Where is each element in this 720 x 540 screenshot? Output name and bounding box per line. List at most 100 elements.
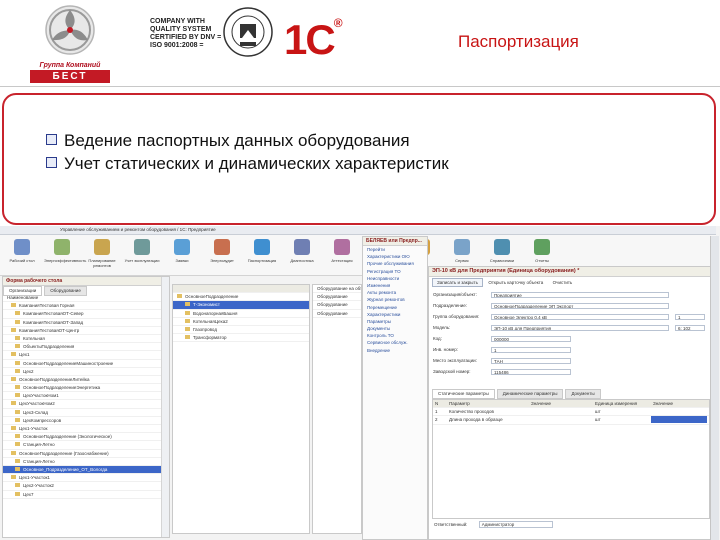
tree-header [173, 285, 309, 294]
toolbar-section-button[interactable]: Энергоаудит [204, 239, 240, 263]
nav-link[interactable]: Характеристики [363, 311, 427, 318]
section-icon [134, 239, 150, 255]
selected-cell[interactable] [651, 416, 707, 424]
open-object-card-button[interactable]: Открыть карточку объекта [484, 279, 547, 286]
tree-row[interactable]: Цех2 [3, 368, 169, 376]
tree-row[interactable]: ЦехУчастокНом1 [3, 392, 169, 401]
list-item[interactable]: Оборудование [313, 310, 361, 318]
tree-row[interactable]: ОсновноеПодразделение [173, 293, 309, 302]
field-input[interactable]: 000000 [491, 336, 571, 342]
tree-row[interactable]: ЦехКомпрессоров [3, 417, 169, 425]
grid-column-header[interactable]: Параметр [449, 400, 470, 407]
tree-row-label: Цех1 [19, 352, 30, 358]
field-input[interactable]: 1 [675, 314, 705, 320]
tree-row[interactable]: Котельная [3, 335, 169, 344]
grid-column-header[interactable]: Значение [531, 400, 551, 407]
nav-link[interactable]: Характеристики ОЮ [363, 253, 427, 260]
tree-row[interactable]: ЦехУчастокНом2 [3, 400, 169, 409]
tree-row[interactable]: Цех1-Участок1 [3, 474, 169, 483]
list-item[interactable]: Оборудование на объекте [313, 285, 361, 294]
tree-row[interactable]: ОсновноеПодразделение (Экологическое) [3, 433, 169, 442]
nav-link[interactable]: Изменения [363, 282, 427, 289]
list-item[interactable]: Оборудование [313, 293, 361, 302]
nav-link[interactable]: Перемещение [363, 304, 427, 311]
field-input[interactable]: Основное Электро 0,4 кВ [491, 314, 669, 320]
field-input[interactable]: ОсновноеПодразделение ЭП Экспорт [491, 303, 669, 309]
object-nav-panel: БЕЛЯЕВ или Предпр... Перейти Характеристи… [362, 236, 428, 540]
field-input[interactable]: 115486 [491, 369, 571, 375]
grid-column-header[interactable]: Значение [653, 400, 673, 407]
tree-row[interactable]: КомпанияТестоваяОТ-Центр [3, 327, 169, 335]
tree-row[interactable]: Цех3-Склад [3, 409, 169, 417]
toolbar-section-button[interactable]: Аттестация [324, 239, 360, 263]
tree-row[interactable]: ВодонапорнаяБашня [173, 310, 309, 318]
toolbar-section-button[interactable]: Заявки [164, 239, 200, 263]
tree-row[interactable]: Основное_Подразделение_ОТ_Вологда [3, 465, 169, 475]
row-number: 1 [435, 409, 438, 415]
tree-row[interactable]: ОбъектыПодразделения [3, 343, 169, 352]
tree-row[interactable]: ОсновноеПодразделениеЛитейка [3, 376, 169, 385]
toolbar-section-button[interactable]: Паспортизация [244, 239, 280, 263]
toolbar-section-button[interactable]: Рабочий стол [4, 239, 40, 263]
nav-link[interactable]: Неисправности [363, 275, 427, 282]
field-input[interactable]: ТАН [491, 358, 571, 364]
grid-column-header[interactable]: Единица измерения [595, 400, 637, 407]
nav-link[interactable]: Параметры [363, 318, 427, 325]
tree-row[interactable]: Цех2-Участок2 [3, 482, 169, 491]
field-input[interactable]: 6: 102 [675, 325, 705, 331]
tree-row[interactable]: КомпанияТестовая Горная [3, 302, 169, 311]
toolbar-section-button[interactable]: Планирование ремонтов [84, 239, 120, 268]
tree-row[interactable]: Т-Экономист [173, 301, 309, 310]
grid-column-header[interactable]: N [435, 400, 438, 407]
tree-row-label: КомпанияТестовая Горная [19, 303, 75, 309]
tree-row[interactable]: Станция-Летно [3, 458, 169, 466]
field-input[interactable]: ЭП-10 кВ для Предприятия [491, 325, 669, 331]
section-icon [494, 239, 510, 255]
tab-equipment[interactable]: Оборудование [44, 286, 87, 296]
tab-documents[interactable]: Документы [565, 389, 601, 399]
tree-row[interactable]: Цех7 [3, 491, 169, 499]
best-group-logo: Группа Компаний БЕСТ [26, 4, 114, 84]
nav-link[interactable]: Контроль ТО [363, 332, 427, 339]
save-and-close-button[interactable]: Записать и закрыть [432, 278, 483, 287]
toolbar-section-button[interactable]: Справочники [484, 239, 520, 263]
toolbar-section-button[interactable]: Энергоэффективность [44, 239, 87, 263]
tree-row[interactable]: КомпанияТестоваяОТ-Север [3, 310, 169, 319]
tree-row[interactable]: Цех1 [3, 351, 169, 360]
nav-link[interactable]: Регистрация ТО [363, 268, 427, 275]
field-input[interactable]: Предприятие [491, 292, 669, 298]
list-item[interactable]: Оборудование [313, 301, 361, 310]
tree-row[interactable]: Трансформатор [173, 334, 309, 343]
nav-link[interactable]: Журнал ремонтов [363, 296, 427, 303]
toolbar-section-button[interactable]: Сервис [444, 239, 480, 263]
nav-link[interactable]: Акты ремонта [363, 289, 427, 296]
tree-row[interactable]: Газопровод [173, 326, 309, 335]
clear-button[interactable]: Очистить [549, 279, 577, 286]
tree-row-label: Цех3-Склад [23, 409, 49, 415]
tree-row[interactable]: Станция-Летно [3, 441, 169, 450]
field-input[interactable]: 1 [491, 347, 571, 353]
tree-row[interactable]: ОсновноеПодразделениеМашиностроение [3, 360, 169, 368]
nav-link[interactable]: Прочие обслуживания [363, 260, 427, 267]
table-row[interactable]: 2 Длина прохода в образце шт [433, 416, 709, 425]
nav-link[interactable]: Документы [363, 325, 427, 332]
scrollbar[interactable] [161, 277, 169, 537]
section-label: Энергоэффективность [44, 258, 87, 263]
toolbar-section-button[interactable]: Диагностика [284, 239, 320, 263]
tree-row[interactable]: ОсновноеПодразделениеЭнергетика [3, 384, 169, 393]
tree-row[interactable]: Цех1-Участок [3, 425, 169, 434]
tab-dynamic-params[interactable]: Динамические параметры [496, 389, 564, 399]
tree-row[interactable]: КомпанияТестоваяОТ-Запад [3, 319, 169, 327]
tree-row-label: Основное_Подразделение_ОТ_Вологда [23, 466, 108, 472]
tree-row[interactable]: ОсновноеПодразделение (Газоснабжение) [3, 450, 169, 458]
tab-static-params[interactable]: Статические параметры [432, 389, 495, 399]
responsible-field[interactable]: Администратор [478, 521, 553, 528]
toolbar-section-button[interactable]: Отчеты [524, 239, 560, 263]
toolbar-section-button[interactable]: Учет эксплуатации [124, 239, 160, 263]
nav-link[interactable]: Перейти [363, 246, 427, 253]
tree-row[interactable]: КотельнаяЦеха2 [173, 318, 309, 326]
window-scrollbar[interactable] [710, 236, 719, 540]
nav-link[interactable]: Сервисное обслуж. [363, 339, 427, 346]
table-row[interactable]: 1 Количество проходов шт [433, 408, 709, 417]
nav-link[interactable]: Внедрение [363, 347, 427, 354]
